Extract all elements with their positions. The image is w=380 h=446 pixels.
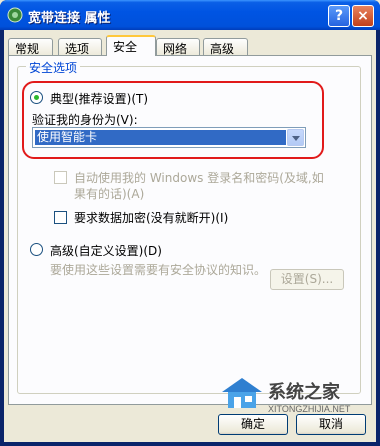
- watermark-brand: 系统之家: [268, 381, 341, 402]
- settings-button[interactable]: 设置(S)...: [270, 269, 344, 290]
- typical-radio[interactable]: [30, 91, 43, 104]
- advanced-radio-label[interactable]: 高级(自定义设置)(D): [50, 242, 162, 259]
- security-options-label: 安全选项: [26, 59, 81, 76]
- house-icon: [222, 378, 262, 408]
- typical-radio-label[interactable]: 典型(推荐设置)(T): [50, 90, 148, 107]
- watermark-logo: 系统之家 XITONGZHIJIA.NET: [222, 378, 351, 414]
- properties-window: 宽带连接 属性 ? × 常规 选项 安全 网络 高级 安全选项 典型(推荐设置)…: [0, 0, 380, 446]
- security-tab-panel: 安全选项 典型(推荐设置)(T) 验证我的身份为(V): 使用智能卡 自动使用我…: [8, 55, 372, 405]
- tab-general[interactable]: 常规: [8, 38, 53, 56]
- tab-security[interactable]: 安全: [106, 35, 156, 56]
- tab-networking[interactable]: 网络: [156, 38, 200, 56]
- advanced-description: 要使用这些设置需要有安全协议的知识。: [50, 263, 267, 277]
- identity-select[interactable]: 使用智能卡: [32, 127, 306, 148]
- title-bar[interactable]: 宽带连接 属性 ? ×: [0, 0, 380, 30]
- identity-select-value: 使用智能卡: [35, 130, 286, 145]
- require-encryption-label[interactable]: 要求数据加密(没有就断开)(I): [74, 209, 228, 226]
- tab-advanced[interactable]: 高级: [203, 38, 248, 56]
- network-connection-icon: [7, 7, 23, 23]
- close-button[interactable]: ×: [352, 5, 374, 27]
- tab-options[interactable]: 选项: [58, 38, 102, 56]
- verify-identity-label: 验证我的身份为(V):: [32, 113, 138, 127]
- auto-logon-label-line2: 果有的话)(A): [74, 187, 145, 201]
- window-title: 宽带连接 属性: [28, 11, 111, 26]
- security-options-group: 安全选项 典型(推荐设置)(T) 验证我的身份为(V): 使用智能卡 自动使用我…: [17, 59, 361, 394]
- help-button[interactable]: ?: [328, 5, 350, 27]
- cancel-button[interactable]: 取消: [296, 414, 366, 435]
- ok-button[interactable]: 确定: [218, 414, 288, 435]
- auto-logon-label-line1: 自动使用我的 Windows 登录名和密码(及域,如: [74, 171, 324, 185]
- auto-logon-checkbox[interactable]: [54, 171, 67, 184]
- advanced-radio[interactable]: [30, 243, 43, 256]
- watermark-url: XITONGZHIJIA.NET: [268, 404, 351, 414]
- require-encryption-checkbox[interactable]: [54, 211, 67, 224]
- dialog-client: 常规 选项 安全 网络 高级 安全选项 典型(推荐设置)(T) 验证我的身份为(…: [4, 30, 376, 442]
- chevron-down-icon[interactable]: [287, 129, 304, 146]
